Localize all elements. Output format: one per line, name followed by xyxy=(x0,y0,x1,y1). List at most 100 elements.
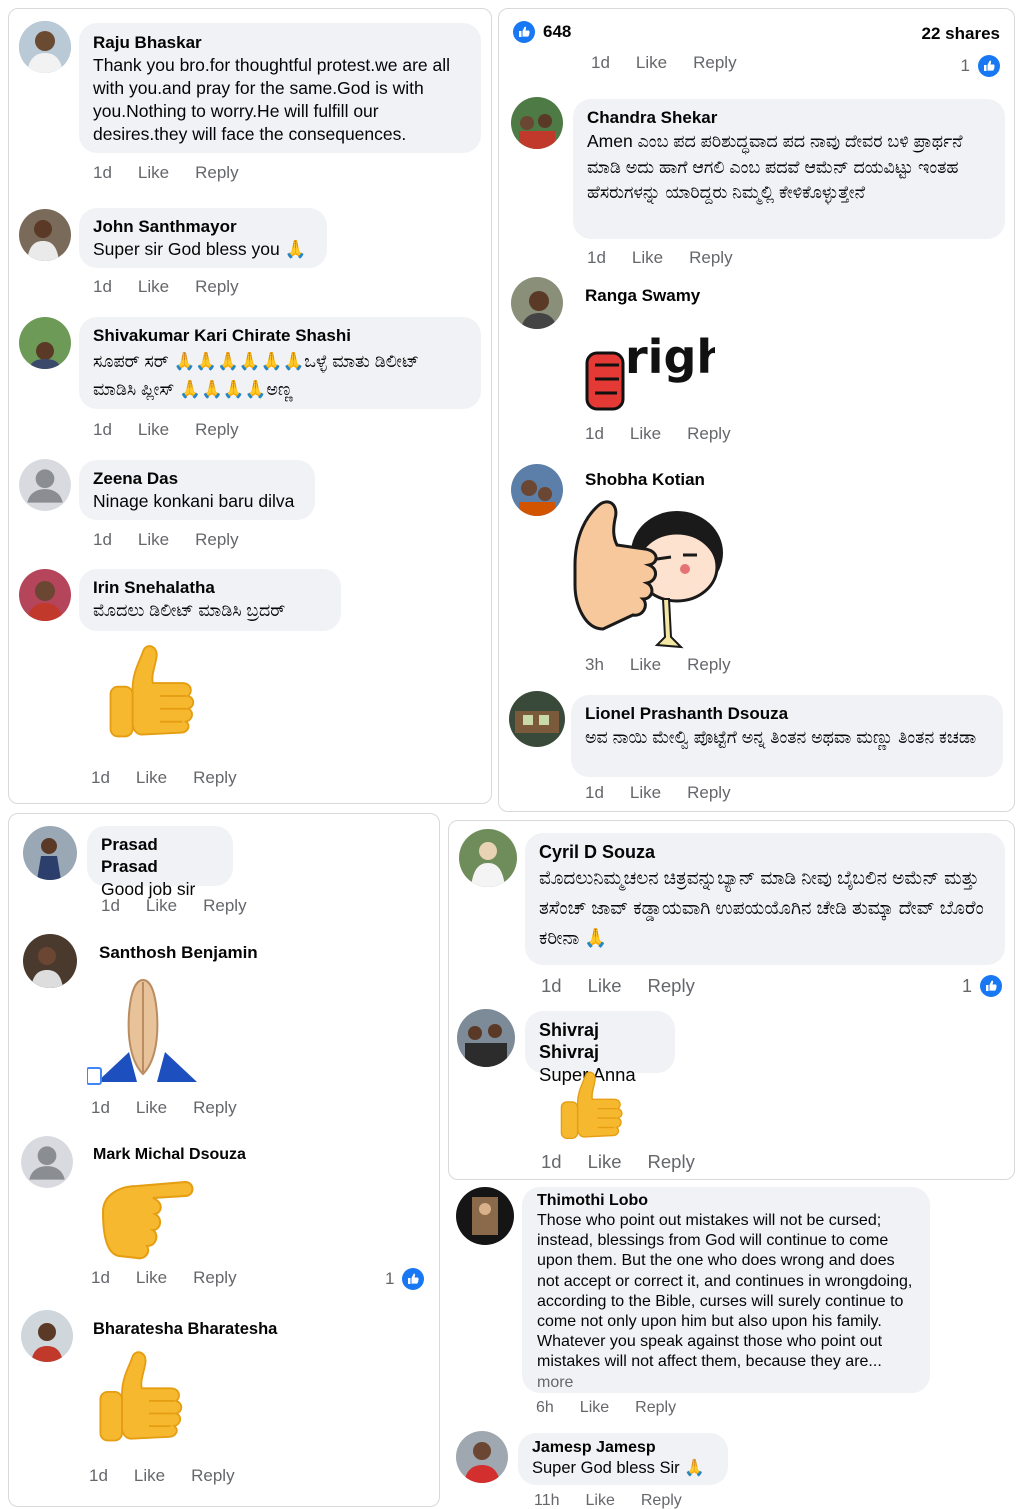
like-button[interactable]: Like xyxy=(630,783,661,803)
commenter-name[interactable]: Bharatesha Bharatesha xyxy=(93,1318,277,1340)
reply-button[interactable]: Reply xyxy=(687,783,730,803)
default-avatar-icon[interactable] xyxy=(19,459,71,511)
comment-bubble: Prasad Prasad Good job sir xyxy=(87,826,233,899)
like-button[interactable]: Like xyxy=(138,277,169,297)
comment-time[interactable]: 11h xyxy=(534,1492,560,1509)
comment-time[interactable]: 1d xyxy=(585,783,604,803)
reply-button[interactable]: Reply xyxy=(195,277,238,297)
commenter-name[interactable]: Shivakumar Kari Chirate Shashi xyxy=(93,325,467,347)
commenter-name[interactable]: Mark Michal Dsouza xyxy=(93,1144,246,1166)
like-button[interactable]: Like xyxy=(630,424,661,444)
commenter-name[interactable]: Cyril D Souza xyxy=(539,841,991,863)
avatar[interactable] xyxy=(457,1009,515,1067)
like-button[interactable]: Like xyxy=(636,53,667,73)
avatar[interactable] xyxy=(511,277,563,329)
reply-button[interactable]: Reply xyxy=(191,1466,234,1486)
avatar[interactable] xyxy=(456,1431,508,1483)
comment-time[interactable]: 1d xyxy=(89,1466,108,1486)
like-button[interactable]: Like xyxy=(136,1098,167,1118)
comment-reaction-count[interactable]: 1 xyxy=(385,1268,424,1290)
avatar[interactable] xyxy=(21,1310,73,1362)
comment-text: Thank you bro.for thoughtful protest.we … xyxy=(93,55,451,144)
avatar[interactable] xyxy=(19,317,71,369)
comment-time[interactable]: 1d xyxy=(93,163,112,183)
like-button[interactable]: Like xyxy=(138,530,169,550)
comment-time[interactable]: 1d xyxy=(101,896,120,916)
commenter-name[interactable]: Chandra Shekar xyxy=(587,107,991,129)
reply-button[interactable]: Reply xyxy=(193,1098,236,1118)
like-button[interactable]: Like xyxy=(146,896,177,916)
avatar[interactable] xyxy=(19,569,71,621)
avatar[interactable] xyxy=(23,826,77,880)
reply-button[interactable]: Reply xyxy=(648,1151,695,1173)
reply-button[interactable]: Reply xyxy=(203,896,246,916)
like-button[interactable]: Like xyxy=(134,1466,165,1486)
commenter-name[interactable]: John Santhmayor xyxy=(93,216,313,238)
comment-time[interactable]: 1d xyxy=(91,1098,110,1118)
default-avatar-icon[interactable] xyxy=(21,1136,73,1188)
commenter-name[interactable]: Shobha Kotian xyxy=(585,469,705,491)
comment-time[interactable]: 3h xyxy=(585,655,604,675)
reply-button[interactable]: Reply xyxy=(693,53,736,73)
comment-time[interactable]: 1d xyxy=(91,1268,110,1288)
avatar[interactable] xyxy=(456,1187,514,1245)
avatar[interactable] xyxy=(509,691,565,747)
reply-button[interactable]: Reply xyxy=(648,975,695,997)
like-button[interactable]: Like xyxy=(588,975,622,997)
commenter-name[interactable]: Ranga Swamy xyxy=(585,285,700,307)
commenter-name[interactable]: Jamesp Jamesp xyxy=(532,1438,714,1458)
comment-time[interactable]: 1d xyxy=(91,768,110,788)
comment-reaction-count[interactable]: 1 xyxy=(962,975,1002,997)
like-button[interactable]: Like xyxy=(580,1399,609,1417)
like-button[interactable]: Like xyxy=(630,655,661,675)
commenter-name[interactable]: Lionel Prashanth Dsouza xyxy=(585,703,989,725)
reply-button[interactable]: Reply xyxy=(193,768,236,788)
like-button[interactable]: Like xyxy=(138,163,169,183)
commenter-name[interactable]: Prasad Prasad xyxy=(101,834,219,878)
commenter-name[interactable]: Santhosh Benjamin xyxy=(99,942,258,964)
reply-button[interactable]: Reply xyxy=(195,163,238,183)
see-more-link[interactable]: more xyxy=(537,1374,573,1391)
avatar[interactable] xyxy=(511,97,563,149)
comment-time[interactable]: 1d xyxy=(541,975,562,997)
comment-time[interactable]: 1d xyxy=(591,53,610,73)
commenter-name[interactable]: Raju Bhaskar xyxy=(93,32,467,54)
like-button[interactable]: Like xyxy=(138,420,169,440)
reply-button[interactable]: Reply xyxy=(687,424,730,444)
avatar[interactable] xyxy=(459,829,517,887)
reply-button[interactable]: Reply xyxy=(641,1492,682,1509)
commenter-name[interactable]: Thimothi Lobo xyxy=(537,1191,915,1211)
reaction-count: 1 xyxy=(960,56,970,75)
reply-button[interactable]: Reply xyxy=(689,248,732,268)
avatar[interactable] xyxy=(19,209,71,261)
reply-button[interactable]: Reply xyxy=(687,655,730,675)
comment-time[interactable]: 1d xyxy=(585,424,604,444)
shares-count[interactable]: 22 shares xyxy=(922,24,1000,44)
reply-button[interactable]: Reply xyxy=(195,420,238,440)
reply-button[interactable]: Reply xyxy=(193,1268,236,1288)
like-button[interactable]: Like xyxy=(136,768,167,788)
commenter-name[interactable]: Zeena Das xyxy=(93,468,301,490)
like-button[interactable]: Like xyxy=(586,1492,615,1509)
avatar[interactable] xyxy=(511,464,563,516)
like-button[interactable]: Like xyxy=(632,248,663,268)
commenter-name[interactable]: Shivraj Shivraj xyxy=(539,1019,661,1063)
comment-time[interactable]: 1d xyxy=(587,248,606,268)
comment-time[interactable]: 6h xyxy=(536,1399,554,1417)
comment-reaction-count[interactable]: 1 xyxy=(961,55,1000,77)
reply-button[interactable]: Reply xyxy=(195,530,238,550)
avatar[interactable] xyxy=(19,21,71,73)
post-like-summary[interactable]: 648 xyxy=(513,21,571,43)
comment-time[interactable]: 1d xyxy=(541,1151,562,1173)
avatar[interactable] xyxy=(23,934,77,988)
comment-time[interactable]: 1d xyxy=(93,420,112,440)
comment-bubble: Raju Bhaskar Thank you bro.for thoughtfu… xyxy=(79,23,481,153)
comment-time[interactable]: 1d xyxy=(93,530,112,550)
comment-actions: 1d Like Reply xyxy=(93,420,239,440)
like-button[interactable]: Like xyxy=(136,1268,167,1288)
like-button[interactable]: Like xyxy=(588,1151,622,1173)
like-reaction-icon xyxy=(980,975,1002,997)
reply-button[interactable]: Reply xyxy=(635,1399,676,1417)
comment-time[interactable]: 1d xyxy=(93,277,112,297)
commenter-name[interactable]: Irin Snehalatha xyxy=(93,577,327,599)
